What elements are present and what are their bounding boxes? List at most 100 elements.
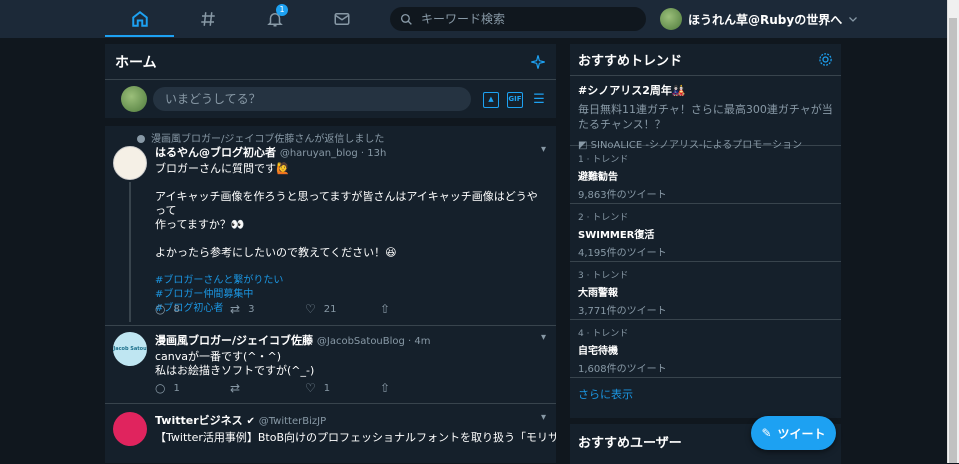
avatar[interactable]: Jacob Satou: [113, 332, 147, 366]
trend-item[interactable]: 4 · トレンド 自宅待機 1,608件のツイート: [570, 320, 841, 378]
share-button[interactable]: ⇧: [380, 302, 455, 316]
author-handle[interactable]: @haruyan_blog · 13h: [280, 148, 387, 159]
reply-icon: ○: [155, 381, 166, 395]
retweet-button[interactable]: ⇄: [230, 381, 305, 395]
trend-meta: 2 · トレンド: [578, 213, 629, 223]
retweet-icon: ⇄: [230, 302, 241, 316]
tweet-button[interactable]: ✎ ツイート: [751, 416, 836, 450]
promoted-icon: ◩: [578, 140, 591, 151]
heart-icon: ♡: [305, 381, 316, 395]
gear-icon[interactable]: [818, 52, 833, 67]
promo-description: 毎日無料11連ガチャ！さらに最高300連ガチャが当たるチャンス！？: [578, 103, 833, 131]
author-handle[interactable]: @JacobSatouBlog · 4m: [317, 336, 431, 347]
image-icon[interactable]: ▲: [483, 92, 499, 108]
trend-count: 3,771件のツイート: [578, 306, 667, 317]
top-nav: 1 ほうれん草@Rubyの世界へ: [0, 0, 947, 38]
reply-context: 漫画風ブロガー/ジェイコブ佐藤さんが返信しました: [137, 130, 384, 145]
explore-tab[interactable]: [174, 0, 241, 38]
author-name[interactable]: Twitterビジネス: [155, 414, 243, 427]
trend-count: 1,608件のツイート: [578, 364, 667, 375]
poll-icon[interactable]: ☰: [531, 92, 547, 108]
tweet-text: よかったら参考にしたいので教えてください！😆: [155, 246, 397, 259]
author-handle[interactable]: @TwitterBizJP: [259, 416, 326, 427]
account-name: ほうれん草@Rubyの世界へ: [688, 12, 843, 27]
share-button[interactable]: ⇧: [380, 381, 455, 395]
promoted-trend[interactable]: #シノアリス2周年🎎 毎日無料11連ガチャ！さらに最高300連ガチャが当たるチャ…: [570, 76, 841, 151]
retweet-icon: ⇄: [230, 381, 241, 395]
chevron-down-icon[interactable]: ▾: [541, 412, 546, 423]
trend-meta: 3 · トレンド: [578, 271, 629, 281]
tweet-button-label: ツイート: [777, 426, 826, 441]
author-name[interactable]: 漫画風ブロガー/ジェイコブ佐藤: [155, 334, 313, 347]
notification-badge: 1: [276, 4, 288, 16]
share-icon: ⇧: [380, 381, 391, 395]
show-more-link[interactable]: さらに表示: [570, 378, 841, 410]
home-icon: [131, 11, 148, 27]
verified-badge-icon: ✔: [246, 416, 255, 427]
timeline-column: ホーム いまどうしてる？ ▲ GIF ☰ 漫画風ブロガー/ジェイコブ佐藤さんが返…: [105, 44, 556, 463]
messages-tab[interactable]: [308, 0, 375, 38]
hashtag-link[interactable]: #ブロガーさんと繋がりたい: [155, 274, 544, 288]
sparkle-icon[interactable]: [530, 54, 546, 70]
avatar: [121, 86, 147, 112]
hashtag-link[interactable]: #ブロガー仲間募集中: [155, 288, 544, 302]
tweet[interactable]: 漫画風ブロガー/ジェイコブ佐藤さんが返信しました はるやん@ブログ初心者 @ha…: [105, 126, 556, 326]
promo-title: #シノアリス2周年🎎: [578, 84, 686, 97]
chevron-down-icon: [849, 17, 858, 22]
like-button[interactable]: ♡ 21: [305, 302, 380, 316]
gif-icon[interactable]: GIF: [507, 92, 523, 108]
reply-button[interactable]: ○ 8: [155, 302, 230, 316]
avatar[interactable]: [113, 146, 147, 180]
page-title: ホーム: [115, 54, 157, 71]
compose-area: いまどうしてる？ ▲ GIF ☰: [105, 80, 556, 126]
tweet[interactable]: Twitterビジネス ✔ @TwitterBizJP 【Twitter活用事例…: [105, 404, 556, 463]
tweet[interactable]: Jacob Satou 漫画風ブロガー/ジェイコブ佐藤 @JacobSatouB…: [105, 326, 556, 404]
trends-title: おすすめトレンド: [578, 54, 683, 69]
tweet-text: canvaが一番です(^・^) 私はお絵描きソフトですが(^_-): [155, 350, 315, 377]
trends-header: おすすめトレンド: [570, 44, 841, 76]
author-name[interactable]: はるやん@ブログ初心者: [155, 146, 276, 159]
trend-name: 大雨警報: [578, 288, 618, 299]
tweet-text: アイキャッチ画像を作ろうと思ってますが皆さんはアイキャッチ画像はどうやって 作っ…: [155, 190, 538, 231]
scrollbar-thumb[interactable]: [949, 18, 957, 463]
active-tab-indicator: [105, 35, 174, 37]
avatar[interactable]: [113, 412, 147, 446]
search-input[interactable]: [421, 12, 631, 26]
trend-item[interactable]: 3 · トレンド 大雨警報 3,771件のツイート: [570, 262, 841, 320]
trend-item[interactable]: 2 · トレンド SWIMMER復活 4,195件のツイート: [570, 204, 841, 262]
trend-meta: 4 · トレンド: [578, 329, 629, 339]
speech-bubble-icon: [137, 135, 145, 143]
chevron-down-icon[interactable]: ▾: [541, 144, 546, 155]
mail-icon: [334, 13, 349, 25]
trend-name: 自宅待機: [578, 346, 618, 357]
timeline-header: ホーム: [105, 44, 556, 80]
trend-meta: 1 · トレンド: [578, 155, 629, 165]
promo-by: ◩ SINoALICE -シノアリス-によるプロモーション: [578, 140, 803, 151]
trend-name: SWIMMER復活: [578, 230, 655, 241]
compose-input[interactable]: いまどうしてる？: [153, 87, 471, 111]
like-button[interactable]: ♡ 1: [305, 381, 380, 395]
reply-button[interactable]: ○ 1: [155, 381, 230, 395]
trends-panel: おすすめトレンド #シノアリス2周年🎎 毎日無料11連ガチャ！さらに最高300連…: [570, 44, 841, 418]
right-sidebar: おすすめトレンド #シノアリス2周年🎎 毎日無料11連ガチャ！さらに最高300連…: [570, 44, 841, 464]
tweet-text: 【Twitter活用事例】BtoB向けのプロフェッショナルフォントを取り扱う「モ…: [155, 431, 556, 444]
search-box[interactable]: [390, 7, 646, 31]
trend-item[interactable]: 1 · トレンド 避難勧告 9,863件のツイート: [570, 146, 841, 204]
compose-tweet-icon: ✎: [761, 426, 772, 440]
trend-count: 9,863件のツイート: [578, 190, 667, 201]
account-menu[interactable]: ほうれん草@Rubyの世界へ: [660, 6, 859, 32]
chevron-down-icon[interactable]: ▾: [541, 332, 546, 343]
search-icon: [400, 13, 412, 25]
reply-icon: ○: [155, 302, 166, 316]
avatar: [660, 8, 682, 30]
notifications-tab[interactable]: [241, 0, 308, 38]
hashtag-icon: [200, 12, 215, 26]
trend-name: 避難勧告: [578, 172, 618, 183]
trend-count: 4,195件のツイート: [578, 248, 667, 259]
tweet-text: ブロガーさんに質問です🙋: [155, 162, 290, 175]
thread-line: [129, 182, 131, 322]
share-icon: ⇧: [380, 302, 391, 316]
home-tab[interactable]: [105, 0, 174, 38]
retweet-button[interactable]: ⇄ 3: [230, 302, 305, 316]
heart-icon: ♡: [305, 302, 316, 316]
